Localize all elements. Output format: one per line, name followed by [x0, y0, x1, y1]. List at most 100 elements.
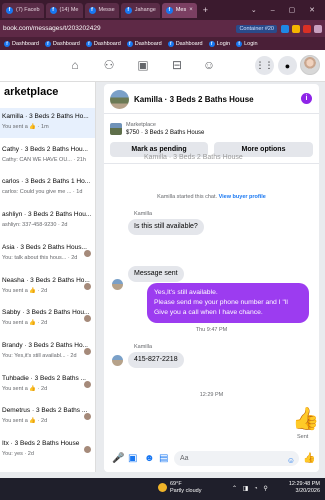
gif-icon[interactable]: ▤ — [159, 453, 168, 465]
extension-icon[interactable] — [281, 24, 289, 33]
browser-tab[interactable]: f (14) Me — [45, 2, 83, 18]
bookmark-item[interactable]: f Dashboard — [44, 40, 80, 47]
bookmark-item[interactable]: f Dashboard — [126, 40, 162, 47]
conversation-title: Asia · 3 Beds 2 Baths Hous... — [2, 243, 87, 251]
read-receipt-avatar — [84, 315, 91, 323]
message-outgoing[interactable]: Yes,It's still available. Please send me… — [147, 283, 309, 323]
conversation-item[interactable]: Demetrus · 3 Beds 2 Baths ... You sent a … — [0, 402, 95, 432]
read-receipt-avatar — [84, 347, 91, 355]
video-icon[interactable]: ▣ — [136, 58, 150, 72]
conversation-title: Itx · 3 Beds 2 Baths House — [2, 440, 80, 447]
facebook-header: ⌂ ⚇ ▣ ⊟ ☺ ⋮⋮ ● — [0, 50, 325, 82]
close-tab-icon[interactable]: × — [189, 7, 193, 13]
read-receipt-avatar — [84, 380, 91, 388]
marketplace-icon[interactable]: ⊟ — [170, 58, 184, 72]
container-badge: Container #20 — [236, 24, 277, 33]
system-tray-icons[interactable]: ⌃ ◨ ◔ ⚲ — [232, 485, 270, 492]
facebook-icon: f — [236, 40, 243, 47]
read-receipt-avatar — [84, 249, 91, 257]
address-bar[interactable]: book.com/messages/t/203202429 Container … — [0, 20, 325, 37]
browser-tab[interactable]: f (7) Faceb — [2, 2, 44, 18]
conversation-preview: You: Yes,it's still availabl... · 2d — [2, 352, 77, 359]
thumbs-up-icon[interactable]: 👍 — [303, 453, 315, 465]
message-text: Yes,It's still available. — [154, 289, 218, 296]
conversation-item[interactable]: Tuhbadie · 3 Beds 2 Baths ... You sent a … — [0, 370, 95, 400]
conversation-preview: Cathy: CAN WE HAVE OU... · 21h — [2, 156, 86, 163]
view-buyer-profile-link[interactable]: View buyer profile — [219, 194, 266, 200]
browser-tab-active[interactable]: f Mes × — [161, 2, 197, 18]
window-controls[interactable]: ⌄ – ▢ ✕ — [251, 6, 325, 14]
chat-started-notice: Kamilla started this chat. View buyer pr… — [157, 194, 266, 200]
weather-icon[interactable] — [158, 483, 167, 492]
thumbs-up-icon[interactable]: 👍 — [292, 406, 319, 432]
read-receipt-avatar — [84, 446, 91, 453]
message-incoming[interactable]: Message sent — [128, 266, 184, 282]
toolbar-icons — [281, 24, 322, 33]
chat-title[interactable]: Kamilla · 3 Beds 2 Baths House — [134, 95, 254, 104]
listing-thumbnail[interactable] — [110, 123, 122, 135]
conversation-item[interactable]: ashliyn · 3 Beds 2 Baths Hou... ashliyn: … — [0, 206, 95, 236]
message-text: Please send me your phone number and I "… — [154, 299, 288, 316]
message-composer: 🎤 ▣ ☻ ▤ Aa ☺ 👍 — [104, 446, 319, 472]
star-icon[interactable] — [292, 24, 300, 33]
bookmark-item[interactable]: f Dashboard — [167, 40, 203, 47]
timestamp: Thu 9:47 PM — [195, 327, 228, 333]
bookmark-item[interactable]: f Login — [236, 40, 258, 47]
emoji-icon[interactable]: ☺ — [287, 453, 295, 468]
image-icon[interactable]: ▣ — [128, 453, 137, 465]
profile-avatar[interactable] — [300, 55, 320, 75]
sender-name: Kamilla — [134, 344, 153, 350]
conversation-item[interactable]: Brandy · 3 Beds 2 Baths Ho... You: Yes,it… — [0, 337, 95, 367]
conversation-item[interactable]: Cathy · 3 Beds 2 Baths Hou... Cathy: CAN … — [0, 141, 95, 171]
conversation-item[interactable]: Itx · 3 Beds 2 Baths House You: yes · 2d — [0, 435, 95, 465]
listing-avatar[interactable] — [110, 90, 129, 109]
sender-avatar[interactable] — [112, 279, 123, 290]
conversation-item[interactable]: carlos · 3 Beds 2 Baths 1 Ho... carlos: C… — [0, 173, 95, 203]
facebook-icon: f — [126, 40, 133, 47]
read-receipt-avatar — [84, 413, 91, 421]
extension-icon[interactable] — [303, 24, 311, 33]
sent-status: Sent — [297, 434, 309, 440]
message-incoming[interactable]: Is this still available? — [128, 219, 204, 235]
browser-tab[interactable]: f Messe — [84, 2, 119, 18]
conversation-list-panel: arketplace Kamilla · 3 Beds 2 Baths Ho..… — [0, 82, 96, 472]
facebook-icon: f — [44, 40, 51, 47]
message-incoming[interactable]: 415-827-2218 — [128, 352, 184, 368]
facebook-icon: f — [208, 40, 215, 47]
panel-title: arketplace — [4, 86, 59, 98]
scrolled-listing-title: Kamilla · 3 Beds 2 Baths House — [144, 154, 243, 161]
message-input[interactable]: Aa ☺ — [174, 451, 299, 466]
info-icon[interactable]: i — [301, 93, 312, 104]
friends-icon[interactable]: ⚇ — [102, 58, 116, 72]
conversation-item[interactable]: Neasha · 3 Beds 2 Baths Ho... You sent a … — [0, 272, 95, 302]
conversation-title: Sabby · 3 Beds 2 Baths Hou... — [2, 309, 90, 317]
conversation-title: Neasha · 3 Beds 2 Baths Ho... — [2, 276, 90, 284]
weather-widget[interactable]: 69°F Partly cloudy — [170, 481, 202, 495]
microphone-icon[interactable]: 🎤 — [112, 453, 124, 465]
conversation-title: Cathy · 3 Beds 2 Baths Hou... — [2, 145, 88, 153]
menu-icon[interactable] — [314, 24, 322, 33]
new-tab-icon[interactable]: + — [199, 5, 212, 15]
conversation-preview: You sent a 👍 · 1m — [2, 124, 49, 130]
home-icon[interactable]: ⌂ — [68, 58, 82, 72]
sticker-icon[interactable]: ☻ — [144, 453, 155, 465]
listing-price[interactable]: $750 · 3 Beds 2 Baths House — [126, 130, 204, 136]
notifications-icon[interactable]: ● — [278, 56, 297, 75]
conversation-item[interactable]: Asia · 3 Beds 2 Baths Hous... You: talk a… — [0, 239, 95, 269]
menu-grid-icon[interactable]: ⋮⋮ — [255, 56, 274, 75]
browser-tab[interactable]: f Jahange — [120, 2, 160, 18]
groups-icon[interactable]: ☺ — [202, 58, 216, 72]
conversation-preview: ashliyn: 337-458-9230 · 2d — [2, 222, 68, 229]
clock[interactable]: 12:29:48 PM 3/20/2026 — [289, 481, 320, 495]
conversation-title: Kamilla · 3 Beds 2 Baths Ho... — [2, 113, 89, 120]
chat-panel: Kamilla · 3 Beds 2 Baths House i Marketp… — [104, 84, 319, 472]
bookmark-item[interactable]: f Dashboard — [85, 40, 121, 47]
sender-avatar[interactable] — [112, 355, 123, 366]
conversation-title: ashliyn · 3 Beds 2 Baths Hou... — [2, 211, 92, 219]
url-text[interactable]: book.com/messages/t/203202429 — [3, 25, 232, 32]
conversation-title: Brandy · 3 Beds 2 Baths Ho... — [2, 341, 88, 349]
conversation-item[interactable]: Sabby · 3 Beds 2 Baths Hou... You sent a … — [0, 304, 95, 334]
conversation-item[interactable]: Kamilla · 3 Beds 2 Baths Ho... You sent a… — [0, 108, 95, 138]
bookmark-item[interactable]: f Dashboard — [4, 40, 39, 47]
bookmark-item[interactable]: f Login — [208, 40, 230, 47]
